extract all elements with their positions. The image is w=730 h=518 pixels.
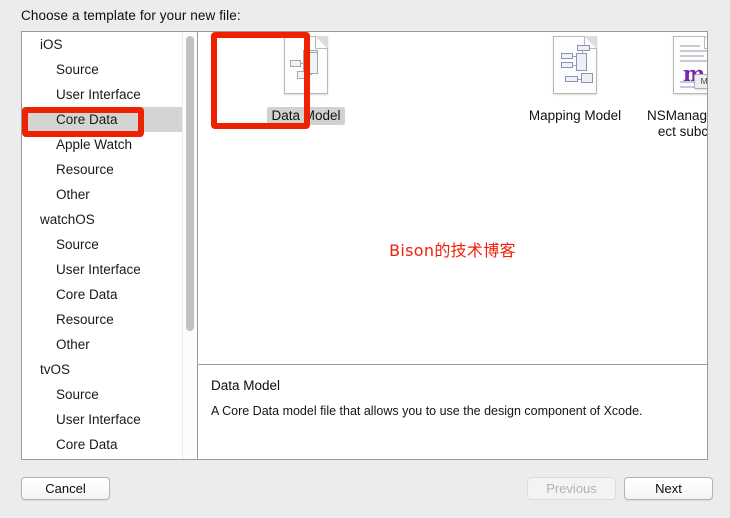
sidebar-item-label: iOS (40, 37, 63, 52)
sidebar-item-resource[interactable]: Resource (22, 457, 197, 459)
sidebar-item-other[interactable]: Other (22, 332, 197, 357)
previous-button[interactable]: Previous (527, 477, 616, 500)
sidebar-item-core-data[interactable]: Core Data (22, 432, 197, 457)
template-label: NSManagedObj ect subclass (641, 107, 707, 141)
page-title: Choose a template for your new file: (21, 8, 241, 23)
nsmanagedobject-document-icon: m MO (659, 32, 707, 104)
sidebar-item-label: watchOS (40, 212, 95, 227)
sidebar-item-label: User Interface (56, 262, 141, 277)
sidebar-item-label: User Interface (56, 87, 141, 102)
sidebar-item-apple-watch[interactable]: Apple Watch (22, 132, 197, 157)
sidebar-item-label: Core Data (56, 437, 118, 452)
template-grid: Data Model Mapping Model M NSManag ect s… (198, 32, 707, 363)
sidebar-item-user-interface[interactable]: User Interface (22, 257, 197, 282)
sidebar-item-tvos[interactable]: tvOS (22, 357, 197, 382)
new-file-template-dialog: Choose a template for your new file: iOS… (0, 0, 730, 518)
vertical-scrollbar-thumb[interactable] (186, 36, 194, 331)
sidebar-item-label: Apple Watch (56, 137, 133, 152)
page-fold-line (315, 36, 328, 49)
mo-badge: MO (694, 74, 707, 89)
sidebar-item-label: Resource (56, 312, 114, 327)
template-item-nsmanagedobject-subclass[interactable]: m MO NSManagedObj ect subclass (641, 32, 707, 141)
platform-category-list: iOS Source User Interface Core Data Apple Wa… (22, 32, 197, 459)
sidebar-item-core-data[interactable]: Core Data (22, 107, 197, 132)
sidebar-item-resource[interactable]: Resource (22, 157, 197, 182)
watermark-text: Bison的技术博客 (389, 241, 516, 260)
sidebar-item-label: Other (56, 187, 90, 202)
sidebar-item-resource[interactable]: Resource (22, 307, 197, 332)
template-label: Mapping Model (528, 108, 622, 123)
sidebar-item-label: User Interface (56, 412, 141, 427)
template-label-line2: ect subclass (657, 124, 707, 139)
sidebar-item-label: Core Data (56, 287, 118, 302)
next-button[interactable]: Next (624, 477, 713, 500)
sidebar-item-source[interactable]: Source (22, 382, 197, 407)
sidebar-item-source[interactable]: Source (22, 232, 197, 257)
template-content-panel: Data Model Mapping Model M NSManag ect s… (197, 31, 708, 460)
sidebar-item-watchos[interactable]: watchOS (22, 207, 197, 232)
cancel-button[interactable]: Cancel (21, 477, 110, 500)
sidebar-item-ios[interactable]: iOS (22, 32, 197, 57)
sidebar-item-label: tvOS (40, 362, 71, 377)
platform-category-sidebar[interactable]: iOS Source User Interface Core Data Apple Wa… (21, 31, 197, 460)
template-item-data-model[interactable]: Data Model (252, 32, 360, 125)
sidebar-item-other[interactable]: Other (22, 182, 197, 207)
template-description-pane: Data Model A Core Data model file that a… (198, 364, 707, 459)
sidebar-item-label: Resource (56, 162, 114, 177)
sidebar-item-label: Core Data (56, 112, 118, 127)
template-label-line1: NSManagedObj (646, 108, 707, 123)
sidebar-item-user-interface[interactable]: User Interface (22, 407, 197, 432)
sidebar-item-core-data[interactable]: Core Data (22, 282, 197, 307)
sidebar-item-label: Other (56, 337, 90, 352)
template-label: Data Model (267, 107, 345, 125)
sidebar-item-label: Source (56, 237, 99, 252)
sidebar-item-user-interface[interactable]: User Interface (22, 82, 197, 107)
sidebar-item-label: Source (56, 62, 99, 77)
page-fold-line (704, 36, 707, 49)
data-model-document-icon (270, 32, 342, 104)
sidebar-item-source[interactable]: Source (22, 57, 197, 82)
sidebar-item-label: Source (56, 387, 99, 402)
description-body: A Core Data model file that allows you t… (211, 404, 643, 418)
description-title: Data Model (211, 378, 281, 393)
mapping-model-document-icon (539, 32, 611, 104)
vertical-scrollbar-track[interactable] (182, 32, 197, 459)
template-item-mapping-model[interactable]: Mapping Model (521, 32, 629, 125)
